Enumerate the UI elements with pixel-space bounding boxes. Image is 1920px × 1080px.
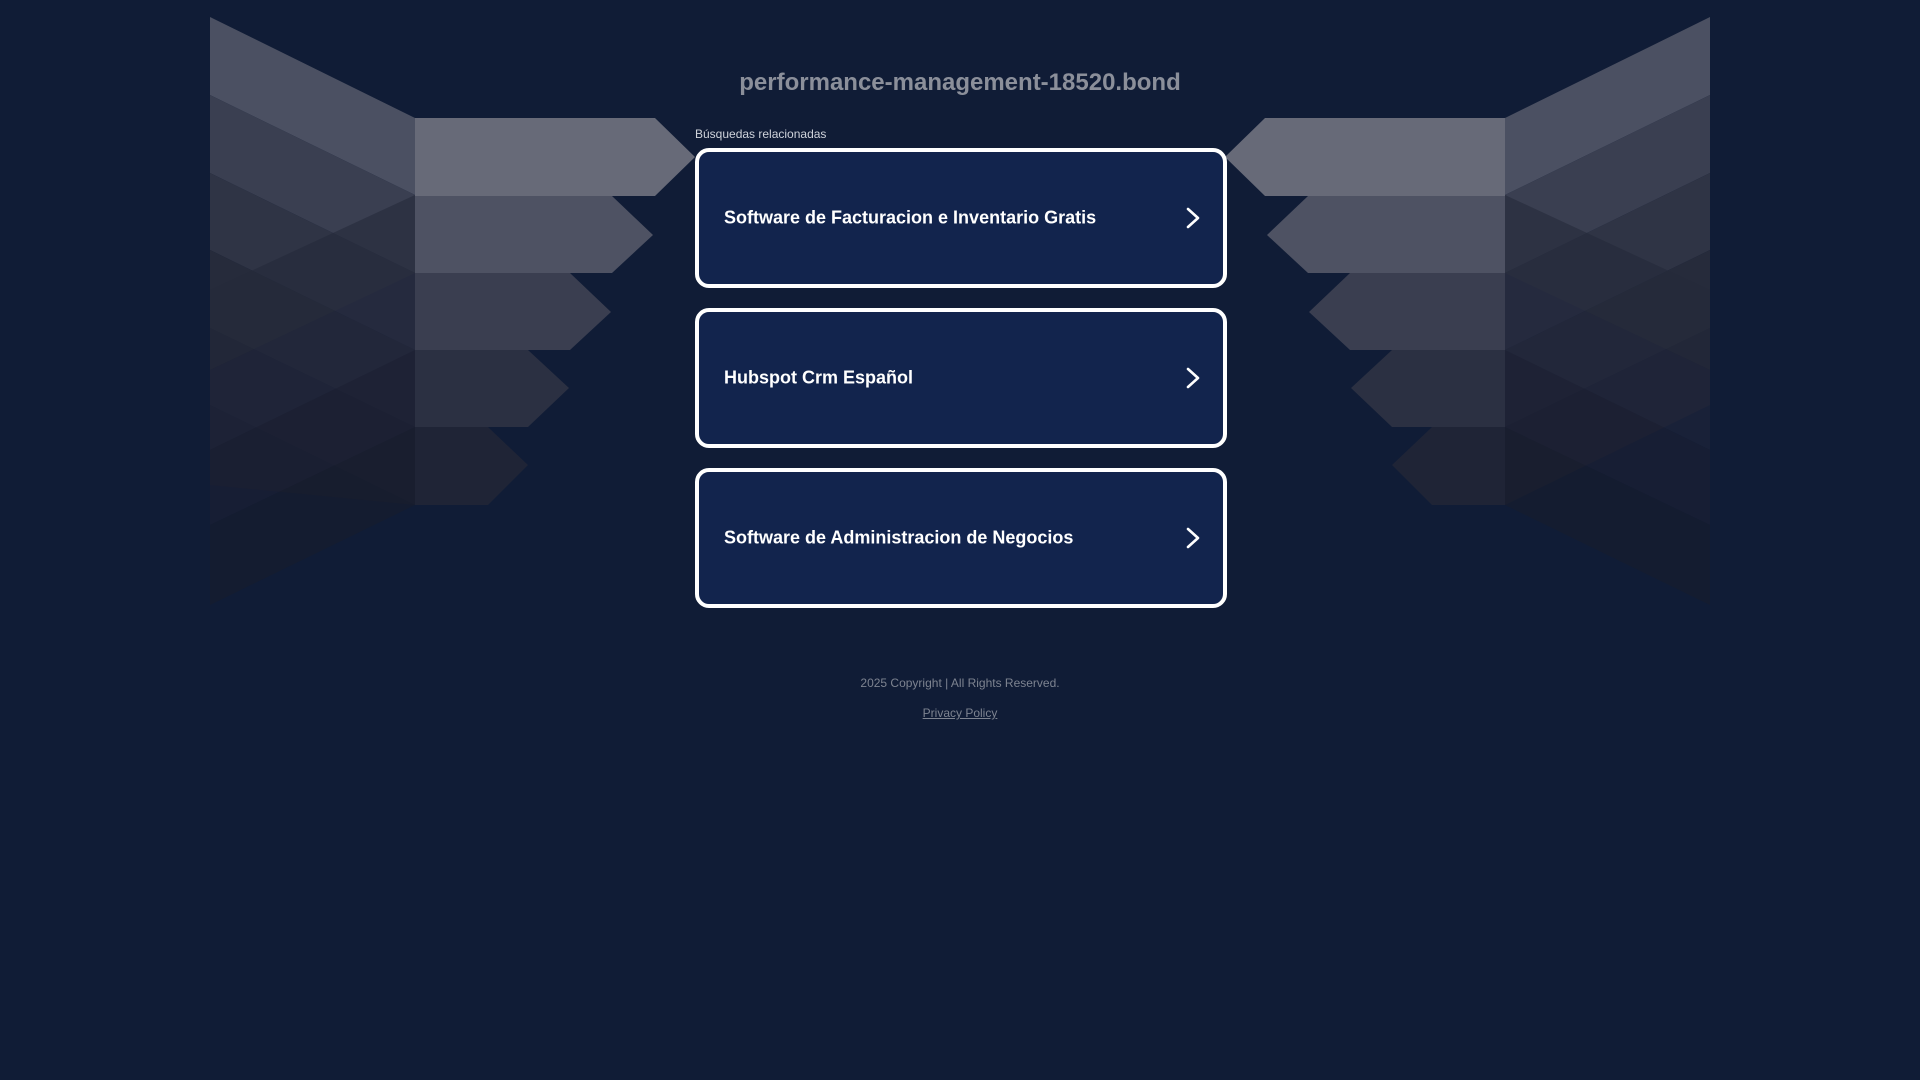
site-domain-title: performance-management-18520.bond [739,69,1181,96]
chevron-right-icon [1186,527,1200,549]
footer-copyright: 2025 Copyright | All Rights Reserved. [860,676,1060,690]
related-link-label[interactable]: Software de Administracion de Negocios [724,528,1073,549]
related-searches-label: Búsquedas relacionadas [695,127,827,141]
related-link-2[interactable]: Hubspot Crm Español [695,308,1227,448]
related-link-label[interactable]: Hubspot Crm Español [724,368,913,389]
related-link-3[interactable]: Software de Administracion de Negocios [695,468,1227,608]
related-link-1[interactable]: Software de Facturacion e Inventario Gra… [695,148,1227,288]
footer-privacy: Privacy Policy [0,706,1920,720]
related-link-label[interactable]: Software de Facturacion e Inventario Gra… [724,208,1096,229]
chevron-right-icon [1186,207,1200,229]
chevron-right-icon [1186,367,1200,389]
parked-domain-page: performance-management-18520.bond Búsque… [0,0,1920,1080]
privacy-policy-link[interactable]: Privacy Policy [923,706,998,720]
